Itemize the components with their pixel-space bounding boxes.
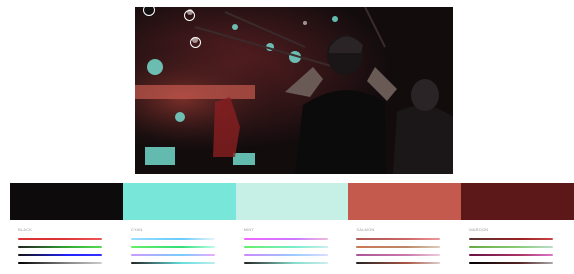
swatch-maroon[interactable] <box>461 183 574 220</box>
swatch-black[interactable] <box>10 183 123 220</box>
swatch-salmon[interactable] <box>348 183 462 220</box>
swatch-label: CYAN <box>130 227 143 232</box>
saturation-slider[interactable] <box>130 246 215 248</box>
color-adjust-panels: BLACK CYAN MINT SALMON MAROON <box>10 224 574 274</box>
alpha-slider[interactable] <box>243 262 328 264</box>
alpha-slider[interactable] <box>356 262 441 264</box>
swatch-label: MINT <box>243 227 255 232</box>
brightness-slider[interactable] <box>243 254 328 256</box>
controls-maroon: MAROON <box>461 224 574 274</box>
swatch-mint[interactable] <box>235 183 349 220</box>
alpha-slider[interactable] <box>18 262 102 264</box>
controls-cyan: CYAN <box>123 224 236 274</box>
hue-slider[interactable] <box>130 238 215 240</box>
alpha-slider[interactable] <box>130 262 215 264</box>
concert-photo-image <box>135 7 453 174</box>
picker-dot-salmon[interactable] <box>190 37 201 48</box>
swatch-cyan[interactable] <box>122 183 236 220</box>
saturation-slider[interactable] <box>356 246 441 248</box>
controls-mint: MINT <box>236 224 349 274</box>
brightness-slider[interactable] <box>356 254 441 256</box>
source-photo[interactable] <box>135 7 453 174</box>
saturation-slider[interactable] <box>243 246 328 248</box>
hue-slider[interactable] <box>356 238 441 240</box>
hue-slider[interactable] <box>18 238 102 240</box>
saturation-slider[interactable] <box>469 246 554 248</box>
controls-black: BLACK <box>10 224 123 274</box>
brightness-slider[interactable] <box>18 254 102 256</box>
alpha-slider[interactable] <box>469 262 554 264</box>
controls-salmon: SALMON <box>348 224 461 274</box>
picker-dot-cyan[interactable] <box>184 10 195 21</box>
brightness-slider[interactable] <box>130 254 215 256</box>
hue-slider[interactable] <box>469 238 554 240</box>
swatch-label: BLACK <box>18 227 33 232</box>
swatch-label: SALMON <box>356 227 375 232</box>
swatch-label: MAROON <box>469 227 489 232</box>
palette-swatches <box>10 183 574 220</box>
saturation-slider[interactable] <box>18 246 102 248</box>
brightness-slider[interactable] <box>469 254 554 256</box>
hue-slider[interactable] <box>243 238 328 240</box>
